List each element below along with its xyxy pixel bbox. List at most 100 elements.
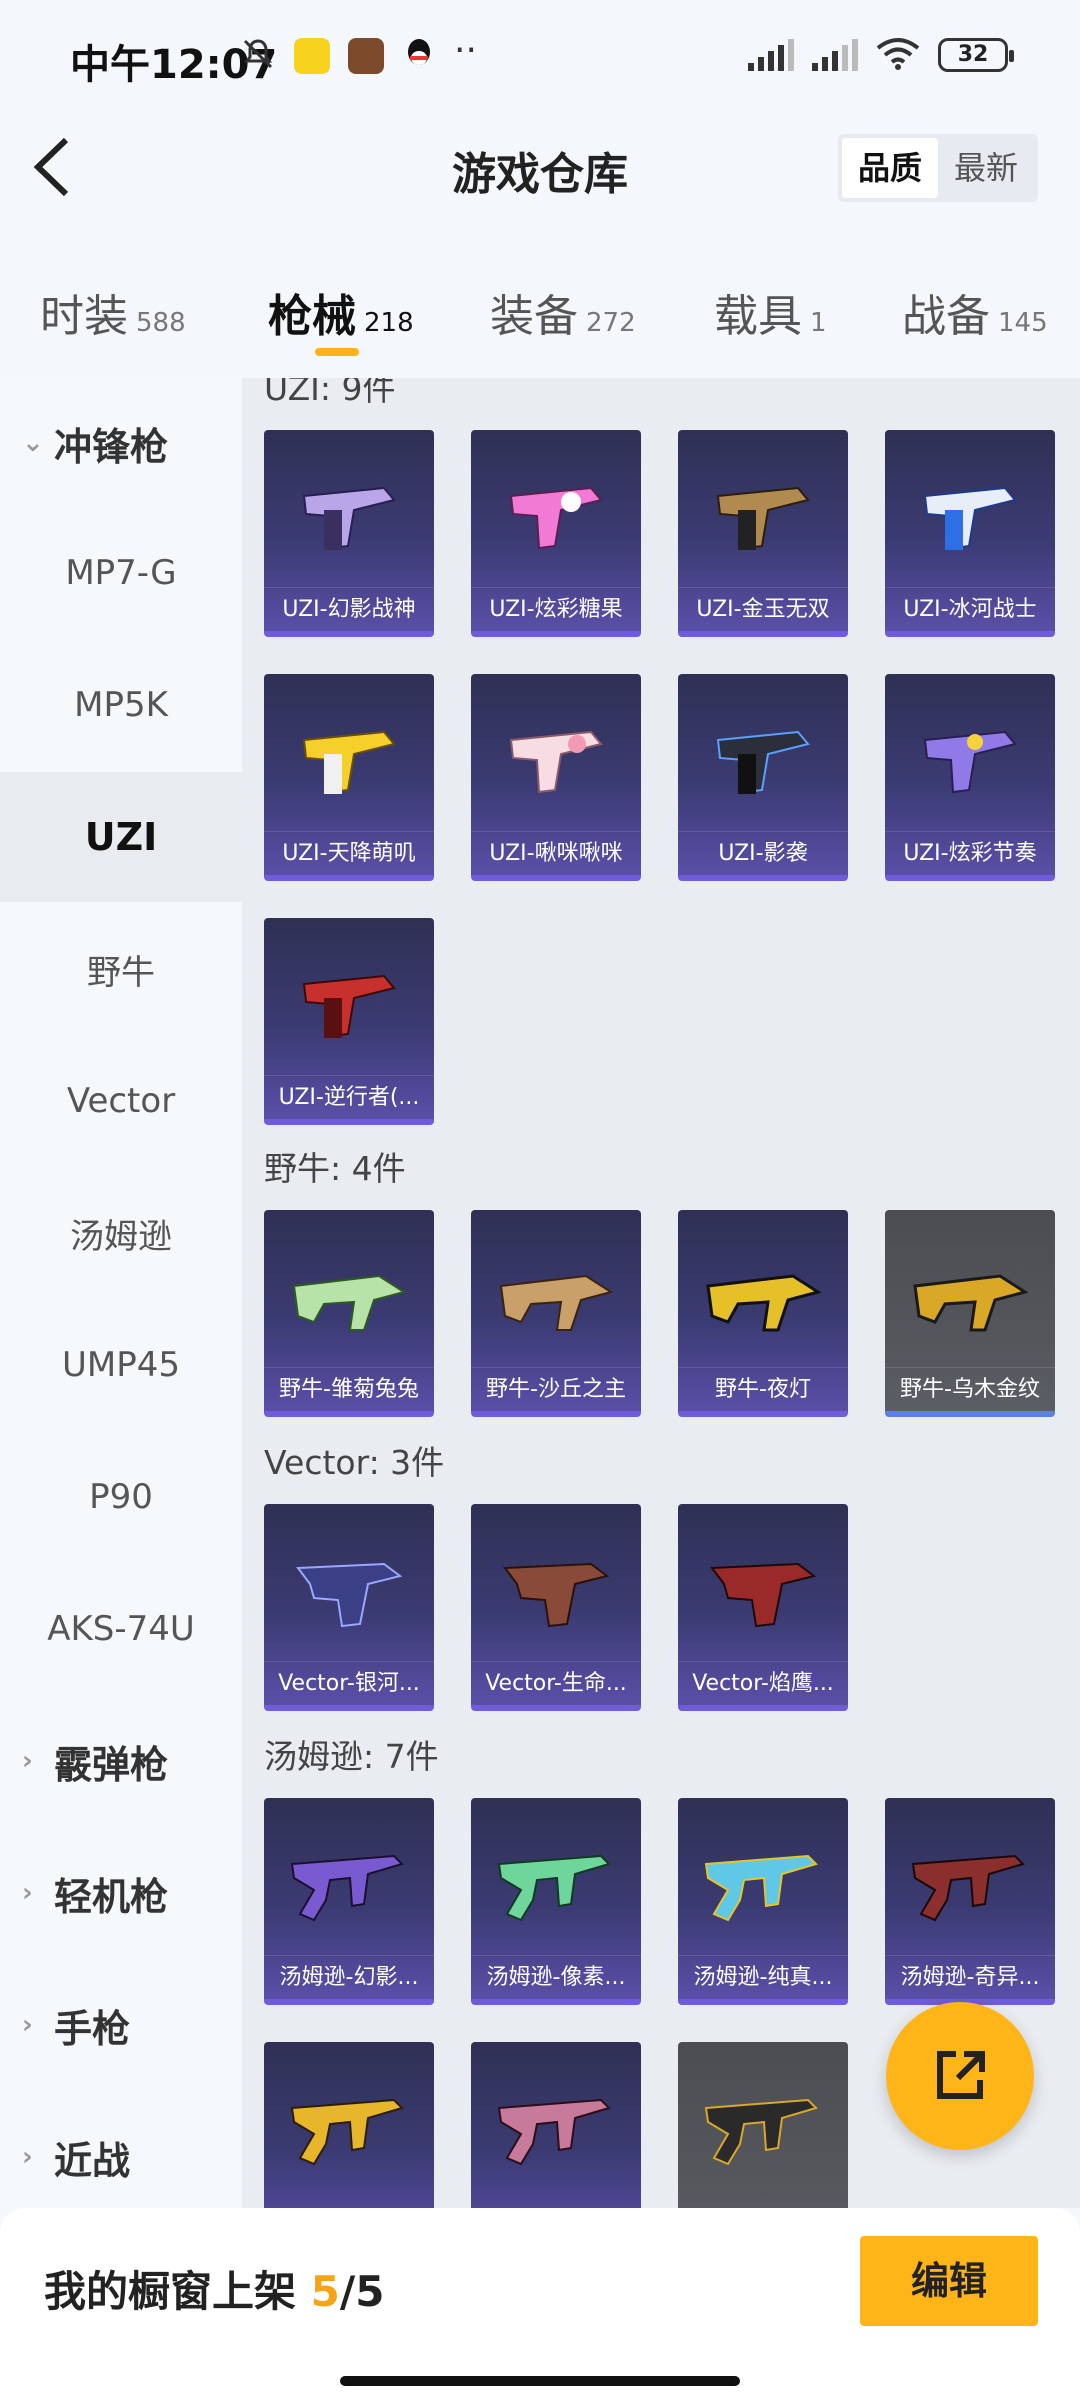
sidebar-item-label: 冲锋枪 <box>54 424 169 469</box>
item-name: 野牛-乌木金纹 <box>885 1367 1055 1411</box>
home-indicator[interactable] <box>340 2376 740 2386</box>
item-card[interactable]: Vector-生命... <box>471 1504 641 1711</box>
tab-count: 218 <box>364 308 414 338</box>
share-button[interactable] <box>886 2002 1034 2150</box>
thompson-skin-image <box>497 1854 611 1922</box>
wifi-icon <box>876 36 920 74</box>
tab-label: 战备 <box>902 291 990 342</box>
item-card[interactable]: 汤姆逊-纯真... <box>678 1798 848 2005</box>
thompson-skin-image <box>290 1854 404 1922</box>
item-name: UZI-金玉无双 <box>678 587 848 631</box>
item-card[interactable]: 野牛-沙丘之主 <box>471 1210 641 1417</box>
status-notification-icons <box>240 36 436 76</box>
category-tabs: 时装 588 枪械 218 装备 272 载具 1 战备 145 <box>0 260 1080 370</box>
item-name: 汤姆逊-纯真... <box>678 1955 848 1999</box>
edit-button[interactable]: 编辑 <box>860 2236 1038 2326</box>
item-card[interactable] <box>471 2042 641 2208</box>
tab-count: 588 <box>136 308 186 338</box>
item-card[interactable] <box>678 2042 848 2208</box>
sidebar-item-bizon[interactable]: 野牛 <box>0 904 242 1034</box>
sidebar-item-mp7g[interactable]: MP7-G <box>0 508 242 638</box>
tab-equipment[interactable]: 装备 272 <box>490 280 636 344</box>
chevron-right-icon: › <box>22 2010 33 2040</box>
item-card[interactable]: UZI-金玉无双 <box>678 430 848 637</box>
section-title-uzi: UZI: 9件 <box>264 378 396 408</box>
item-name: 野牛-雏菊兔兔 <box>264 1367 434 1411</box>
sort-toggle: 品质 最新 <box>837 134 1038 202</box>
uzi-skin-image <box>509 730 603 794</box>
sort-option-quality[interactable]: 品质 <box>841 138 938 198</box>
tab-supplies[interactable]: 战备 145 <box>902 280 1048 344</box>
item-card[interactable]: 汤姆逊-像素... <box>471 1798 641 2005</box>
item-name: 汤姆逊-幻影... <box>264 1955 434 1999</box>
thompson-skin-image <box>497 2098 611 2166</box>
sidebar-item-vector[interactable]: Vector <box>0 1036 242 1166</box>
item-card[interactable]: UZI-幻影战神 <box>264 430 434 637</box>
thompson-skin-image <box>704 2098 818 2166</box>
section-title-bizon: 野牛: 4件 <box>264 1149 406 1188</box>
sidebar-item-mp5k[interactable]: MP5K <box>0 640 242 770</box>
sidebar-item-thompson[interactable]: 汤姆逊 <box>0 1168 242 1298</box>
item-card[interactable]: Vector-银河... <box>264 1504 434 1711</box>
item-card[interactable]: 野牛-夜灯 <box>678 1210 848 1417</box>
sidebar-group-pistol[interactable]: › 手枪 <box>0 1960 242 2090</box>
sidebar-item-uzi[interactable]: UZI <box>0 772 242 902</box>
item-name: UZI-炫彩糖果 <box>471 587 641 631</box>
item-name: UZI-幻影战神 <box>264 587 434 631</box>
item-name: Vector-焰鹰... <box>678 1661 848 1705</box>
more-notifications-icon: ·· <box>454 30 477 71</box>
showcase-count: 5 <box>310 2267 340 2316</box>
item-card[interactable]: UZI-天降萌叽 <box>264 674 434 881</box>
item-name: UZI-影袭 <box>678 831 848 875</box>
signal-icon <box>748 39 794 71</box>
bizon-skin-image <box>913 1274 1029 1332</box>
active-tab-indicator <box>315 348 359 356</box>
item-name: 汤姆逊-奇异... <box>885 1955 1055 1999</box>
item-card[interactable]: UZI-啾咪啾咪 <box>471 674 641 881</box>
tab-vehicles[interactable]: 载具 1 <box>714 280 827 344</box>
uzi-skin-image <box>716 730 810 794</box>
sidebar-item-ump45[interactable]: UMP45 <box>0 1300 242 1430</box>
uzi-skin-image <box>302 974 396 1038</box>
item-card[interactable] <box>264 2042 434 2208</box>
sidebar-item-label: 轻机枪 <box>54 1874 169 1919</box>
item-card[interactable]: UZI-影袭 <box>678 674 848 881</box>
uzi-skin-image <box>716 486 810 550</box>
item-card[interactable]: 汤姆逊-奇异... <box>885 1798 1055 2005</box>
sort-option-newest[interactable]: 最新 <box>938 138 1034 198</box>
item-card[interactable]: Vector-焰鹰... <box>678 1504 848 1711</box>
sidebar-group-melee[interactable]: › 近战 <box>0 2092 242 2208</box>
chevron-right-icon: › <box>22 1878 33 1908</box>
sidebar-item-aks74u[interactable]: AKS-74U <box>0 1564 242 1694</box>
item-card[interactable]: UZI-炫彩节奏 <box>885 674 1055 881</box>
item-card[interactable]: 汤姆逊-幻影... <box>264 1798 434 2005</box>
uzi-skin-image <box>302 730 396 794</box>
weapon-type-sidebar: ⌄ 冲锋枪 MP7-G MP5K UZI 野牛 Vector 汤姆逊 UMP45… <box>0 378 242 2208</box>
app-icon-game <box>348 38 384 74</box>
sidebar-item-label: 手枪 <box>54 2006 131 2051</box>
item-card[interactable]: 野牛-乌木金纹 <box>885 1210 1055 1417</box>
item-card[interactable]: UZI-逆行者(... <box>264 918 434 1125</box>
qq-icon <box>402 36 436 76</box>
sidebar-group-shotgun[interactable]: › 霰弹枪 <box>0 1696 242 1826</box>
item-card[interactable]: UZI-冰河战士 <box>885 430 1055 637</box>
item-card[interactable]: 野牛-雏菊兔兔 <box>264 1210 434 1417</box>
tab-count: 272 <box>586 308 636 338</box>
tab-fashion[interactable]: 时装 588 <box>40 280 186 344</box>
vector-skin-image <box>296 1562 403 1628</box>
showcase-status: 我的橱窗上架 5/5 <box>44 2258 384 2319</box>
item-name: UZI-啾咪啾咪 <box>471 831 641 875</box>
share-external-icon <box>937 2051 985 2099</box>
item-name: UZI-天降萌叽 <box>264 831 434 875</box>
tab-label: 时装 <box>40 291 128 342</box>
sidebar-item-p90[interactable]: P90 <box>0 1432 242 1562</box>
sidebar-group-smg[interactable]: ⌄ 冲锋枪 <box>0 378 242 508</box>
uzi-skin-image <box>923 486 1017 550</box>
tab-firearms[interactable]: 枪械 218 <box>268 280 414 344</box>
vector-skin-image <box>503 1562 610 1628</box>
item-card[interactable]: UZI-炫彩糖果 <box>471 430 641 637</box>
item-name: UZI-逆行者(... <box>264 1075 434 1119</box>
signal-icon <box>812 39 858 71</box>
sidebar-group-lmg[interactable]: › 轻机枪 <box>0 1828 242 1958</box>
item-name: Vector-生命... <box>471 1661 641 1705</box>
